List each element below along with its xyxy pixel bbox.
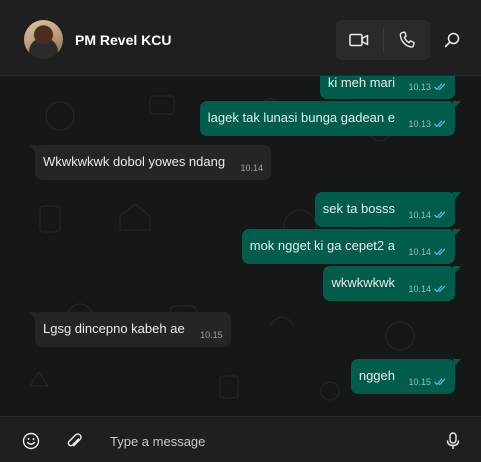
emoji-icon bbox=[22, 432, 40, 450]
message-time: 10.13 bbox=[408, 119, 431, 129]
read-receipt-icon bbox=[434, 211, 446, 219]
outgoing-message[interactable]: nggeh 10.15 bbox=[350, 359, 461, 394]
microphone-icon bbox=[446, 432, 460, 449]
bubble-tail bbox=[453, 76, 454, 77]
message-meta: 10.14 bbox=[408, 244, 447, 260]
message-composer bbox=[0, 416, 481, 462]
video-call-button[interactable] bbox=[336, 20, 383, 60]
avatar[interactable] bbox=[24, 20, 63, 59]
message-time: 10.15 bbox=[200, 330, 223, 340]
bubble-tail bbox=[453, 359, 461, 368]
message-input[interactable] bbox=[110, 430, 430, 452]
read-receipt-icon bbox=[434, 248, 446, 256]
chat-header: PM Revel KCU bbox=[0, 0, 481, 76]
outgoing-message[interactable]: lagek tak lunasi bunga gadean e 10.13 bbox=[199, 101, 461, 136]
outgoing-message[interactable]: wkwkwkwk 10.14 bbox=[323, 266, 461, 301]
outgoing-message[interactable]: sek ta bosss 10.14 bbox=[314, 192, 461, 227]
message-time: 10.15 bbox=[408, 377, 431, 387]
search-button[interactable] bbox=[440, 28, 464, 52]
bubble-tail bbox=[453, 101, 461, 110]
message-list[interactable]: ki meh mari 10.13 lagek tak lunasi bunga g… bbox=[0, 76, 481, 416]
emoji-button[interactable] bbox=[20, 430, 42, 452]
attach-button[interactable] bbox=[63, 430, 85, 452]
contact-name[interactable]: PM Revel KCU bbox=[75, 32, 171, 48]
outgoing-message[interactable]: ki meh mari 10.13 bbox=[319, 76, 455, 99]
message-meta: 10.13 bbox=[408, 79, 447, 95]
voice-message-button[interactable] bbox=[442, 430, 464, 452]
read-receipt-icon bbox=[434, 120, 446, 128]
message-time: 10.14 bbox=[240, 163, 264, 173]
call-buttons bbox=[336, 20, 430, 60]
message-meta: 10.14 bbox=[408, 281, 447, 297]
bubble-tail bbox=[453, 229, 461, 238]
voice-call-button[interactable] bbox=[384, 20, 431, 60]
outgoing-message[interactable]: mok ngget ki ga cepet2 a 10.14 bbox=[241, 229, 461, 264]
message-time: 10.14 bbox=[408, 210, 431, 220]
read-receipt-icon bbox=[434, 83, 446, 91]
message-meta: 10.14 bbox=[241, 160, 264, 176]
voice-call-icon bbox=[399, 31, 415, 48]
video-call-icon bbox=[349, 33, 369, 47]
message-meta: 10.14 bbox=[408, 207, 447, 223]
message-time: 10.14 bbox=[408, 284, 431, 294]
message-meta: 10.15 bbox=[408, 374, 447, 390]
bubble-tail bbox=[453, 266, 461, 275]
message-time: 10.14 bbox=[408, 247, 431, 257]
search-icon bbox=[444, 32, 460, 48]
incoming-message[interactable]: Lgsg dincepno kabeh ae 10.15 bbox=[29, 312, 231, 347]
incoming-message[interactable]: Wkwkwkwk dobol yowes ndang 10.14 bbox=[29, 145, 272, 180]
message-text: Wkwkwkwk dobol yowes ndang bbox=[43, 153, 226, 169]
bubble-tail bbox=[29, 145, 37, 154]
message-text: Lgsg dincepno kabeh ae bbox=[43, 320, 185, 336]
read-receipt-icon bbox=[434, 285, 446, 293]
bubble-tail bbox=[453, 192, 461, 201]
attach-icon bbox=[67, 433, 82, 447]
read-receipt-icon bbox=[434, 378, 446, 386]
message-time: 10.13 bbox=[408, 82, 431, 92]
message-meta: 10.15 bbox=[200, 327, 223, 343]
message-meta: 10.13 bbox=[408, 116, 447, 132]
bubble-tail bbox=[29, 312, 37, 321]
